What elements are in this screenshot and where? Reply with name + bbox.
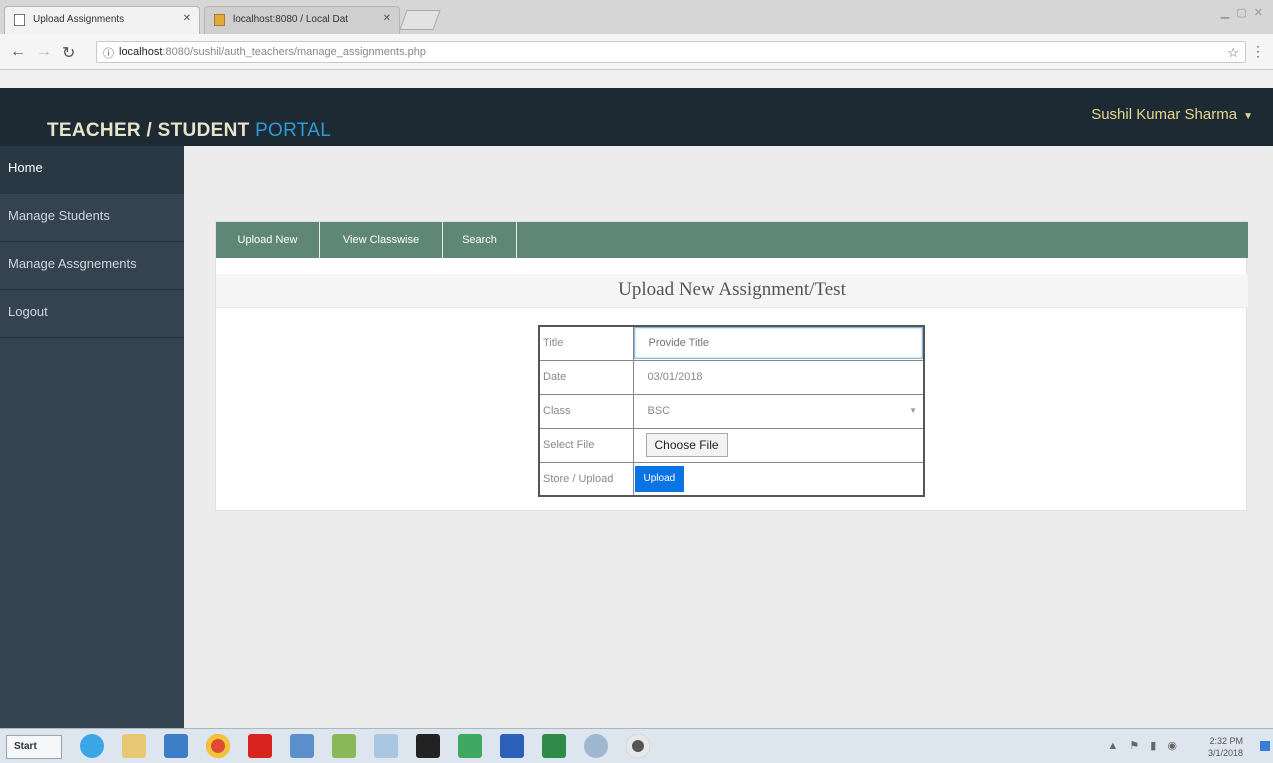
class-select-value: BSC <box>633 395 923 427</box>
browser-tab-localhost[interactable]: localhost:8080 / Local Dat ✕ <box>204 6 400 34</box>
chrome-icon[interactable] <box>206 734 230 758</box>
word-icon[interactable] <box>500 734 524 758</box>
start-label: Start <box>14 741 37 752</box>
tab-label: Search <box>462 234 497 246</box>
sidebar-item-logout[interactable]: Logout <box>0 290 184 338</box>
notepad-icon[interactable] <box>374 734 398 758</box>
clock[interactable]: 2:32 PM 3/1/2018 <box>1208 735 1243 759</box>
form-row-date: Date <box>538 359 925 395</box>
pdf-reader-icon[interactable] <box>248 734 272 758</box>
info-icon[interactable]: ⓘ <box>103 45 114 61</box>
database-icon <box>214 14 225 26</box>
chevron-down-icon: ▼ <box>909 406 917 415</box>
user-menu[interactable]: Sushil Kumar Sharma ▼ <box>1091 106 1253 123</box>
forward-arrow-icon[interactable]: → <box>36 43 52 61</box>
store-label: Store / Upload <box>538 461 634 497</box>
tab-search[interactable]: Search <box>443 222 517 258</box>
title-label: Title <box>538 325 634 361</box>
top-navbar: TEACHER / STUDENT PORTAL Sushil Kumar Sh… <box>0 88 1273 146</box>
menu-kebab-icon[interactable]: ⋮ <box>1251 43 1265 60</box>
sidebar: Home Manage Students Manage Assgnements … <box>0 146 184 728</box>
start-button[interactable]: Start <box>6 735 62 759</box>
back-arrow-icon[interactable]: ← <box>10 43 26 61</box>
assignment-panel: Upload New View Classwise Search Upload … <box>215 221 1248 511</box>
form-row-class: Class BSC ▼ <box>538 393 925 429</box>
date-input[interactable] <box>633 361 923 393</box>
form-row-store: Store / Upload Upload <box>538 461 925 497</box>
close-icon[interactable]: ✕ <box>183 13 191 24</box>
form-row-title: Title <box>538 325 925 361</box>
form-row-file: Select File Choose File <box>538 427 925 463</box>
sidebar-item-manage-students[interactable]: Manage Students <box>0 194 184 242</box>
terminal-icon[interactable] <box>416 734 440 758</box>
image-editor-icon[interactable] <box>332 734 356 758</box>
brand-accent: PORTAL <box>255 120 332 141</box>
choose-file-button[interactable]: Choose File <box>645 433 728 457</box>
system-tray-icons[interactable]: ▲ ⚑ ▮ ◉ <box>1107 739 1181 752</box>
date-label: Date <box>538 359 634 395</box>
browser-tab-label: Upload Assignments <box>33 14 125 25</box>
browser-tab-label: localhost:8080 / Local Dat <box>233 14 349 25</box>
url-input[interactable]: ⓘ localhost:8080/sushil/auth_teachers/ma… <box>96 41 1246 63</box>
page-icon <box>14 14 25 26</box>
date-cell <box>632 359 925 395</box>
class-select[interactable]: BSC ▼ <box>633 395 923 427</box>
title-input[interactable] <box>633 327 923 360</box>
class-label: Class <box>538 393 634 429</box>
code-editor-icon[interactable] <box>458 734 482 758</box>
file-explorer-icon[interactable] <box>122 734 146 758</box>
bookmark-star-icon[interactable]: ☆ <box>1227 45 1239 61</box>
sidebar-item-home[interactable]: Home <box>0 146 184 194</box>
sidebar-item-label: Logout <box>8 304 48 319</box>
form-title: Upload New Assignment/Test <box>216 274 1248 308</box>
url-host: localhost <box>119 46 163 58</box>
window-controls[interactable]: ▁ ▢ ✕ <box>1221 6 1265 19</box>
url-path: :8080/sushil/auth_teachers/manage_assign… <box>162 46 426 58</box>
upload-form: Title Date Class BSC ▼ <box>538 325 925 497</box>
tab-view-classwise[interactable]: View Classwise <box>320 222 443 258</box>
tab-strip: Upload New View Classwise Search <box>216 222 1248 258</box>
clock-time: 2:32 PM <box>1209 736 1243 746</box>
show-desktop-button[interactable] <box>1260 741 1270 751</box>
new-tab-button[interactable] <box>399 10 441 30</box>
brand-main: TEACHER / STUDENT <box>47 120 256 141</box>
sidebar-item-label: Manage Students <box>8 208 110 223</box>
store-cell: Upload <box>632 461 925 497</box>
address-bar: ← → ↻ ⓘ localhost:8080/sushil/auth_teach… <box>0 34 1273 70</box>
sidebar-item-label: Manage Assgnements <box>8 256 137 271</box>
tab-label: Upload New <box>237 234 298 246</box>
taskbar: Start ▲ ⚑ ▮ ◉ 2:32 PM 3/1/2018 <box>0 728 1273 763</box>
tab-label: View Classwise <box>342 234 420 246</box>
reload-icon[interactable]: ↻ <box>62 43 75 63</box>
class-cell: BSC ▼ <box>632 393 925 429</box>
tab-upload-new[interactable]: Upload New <box>216 222 320 258</box>
excel-icon[interactable] <box>542 734 566 758</box>
close-icon[interactable]: ✕ <box>383 13 391 24</box>
sidebar-item-manage-assignments[interactable]: Manage Assgnements <box>0 242 184 290</box>
caret-down-icon: ▼ <box>1243 111 1253 122</box>
media-player-icon[interactable] <box>626 734 650 758</box>
sidebar-item-label: Home <box>8 160 43 175</box>
media-icon[interactable] <box>290 734 314 758</box>
browser-tab-upload-assignments[interactable]: Upload Assignments ✕ <box>4 6 200 34</box>
title-cell <box>632 325 925 361</box>
file-label: Select File <box>538 427 634 463</box>
search-icon[interactable] <box>584 734 608 758</box>
file-cell: Choose File <box>632 427 925 463</box>
internet-explorer-icon[interactable] <box>80 734 104 758</box>
browser-tab-bar: Upload Assignments ✕ localhost:8080 / Lo… <box>0 0 1273 34</box>
outlook-icon[interactable] <box>164 734 188 758</box>
page: TEACHER / STUDENT PORTAL Sushil Kumar Sh… <box>0 88 1273 728</box>
brand-logo[interactable]: TEACHER / STUDENT PORTAL <box>47 120 331 142</box>
upload-button[interactable]: Upload <box>634 465 685 492</box>
clock-date: 3/1/2018 <box>1207 748 1243 758</box>
user-name: Sushil Kumar Sharma <box>1091 106 1238 123</box>
